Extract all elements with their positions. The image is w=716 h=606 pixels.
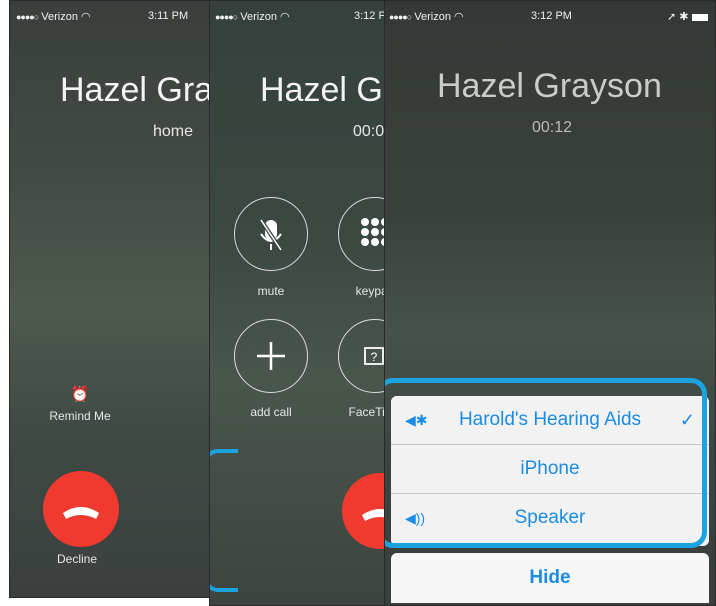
call-timer: 00:0 [353, 123, 385, 140]
alarm-clock-icon: ⏰ [70, 386, 90, 403]
bluetooth-icon: ✱ [679, 11, 689, 23]
facetime-icon: ? [364, 347, 384, 365]
caller-name: Hazel Grayson [437, 67, 662, 105]
phone-hangup-icon [362, 509, 385, 521]
mute-label: mute [257, 284, 285, 298]
svg-text:?: ? [371, 350, 378, 364]
status-bar: ●●●●○ Verizon ◠ [16, 10, 91, 23]
hide-button[interactable]: Hide [391, 553, 709, 603]
audio-route-screen: ●●●●○ Verizon ◠ 3:12 PM ➚ ✱ Hazel Grayso… [384, 0, 716, 606]
remind-me-label: Remind Me [49, 409, 111, 423]
status-right-icons: ➚ ✱ [667, 10, 708, 23]
carrier-label: Verizon [240, 11, 277, 23]
in-call-screen: ●●●●○ Verizon ◠ 3:12 PM Hazel Grayson 00… [209, 0, 386, 606]
end-call-button[interactable] [342, 473, 385, 549]
wifi-icon: ◠ [280, 11, 290, 23]
keypad-label: keypad [355, 284, 385, 298]
location-icon: ➚ [667, 11, 677, 23]
facetime-button[interactable]: ? [338, 319, 385, 393]
caller-label: home [153, 123, 194, 140]
signal-icon: ●●●●○ [389, 12, 412, 22]
hide-label: Hide [529, 567, 571, 588]
wifi-icon: ◠ [454, 11, 464, 23]
phone-hangup-icon [63, 507, 99, 519]
facetime-label: FaceTime [348, 405, 385, 419]
carrier-label: Verizon [41, 11, 78, 23]
plus-icon [257, 342, 285, 370]
incoming-call-screen: ●●●●○ Verizon ◠ 3:11 PM Hazel Grayson ho… [9, 0, 211, 598]
mute-button[interactable] [234, 197, 308, 271]
highlight-bracket [210, 449, 238, 592]
decline-button[interactable] [43, 471, 119, 547]
caller-name: Hazel Grayson [60, 71, 211, 109]
highlight-box [385, 378, 707, 548]
microphone-muted-icon [259, 218, 283, 252]
battery-icon [691, 13, 708, 21]
call-timer: 00:12 [532, 119, 573, 136]
status-time: 3:12 PM [531, 10, 572, 22]
add-call-button[interactable] [234, 319, 308, 393]
caller-name: Hazel Grayson [260, 71, 385, 109]
status-bar: ●●●●○ Verizon ◠ [389, 10, 464, 23]
carrier-label: Verizon [414, 11, 451, 23]
status-time: 3:11 PM [148, 10, 189, 22]
status-time: 3:12 PM [354, 10, 386, 22]
wifi-icon: ◠ [81, 11, 91, 23]
decline-label: Decline [57, 552, 98, 566]
signal-icon: ●●●●○ [16, 12, 39, 22]
status-bar: ●●●●○ Verizon ◠ [215, 10, 290, 23]
signal-icon: ●●●●○ [215, 12, 238, 22]
keypad-button[interactable] [338, 197, 385, 271]
remind-me-button[interactable]: ⏰ Remind Me [40, 385, 120, 423]
add-call-label: add call [250, 405, 292, 419]
keypad-icon [361, 218, 385, 246]
